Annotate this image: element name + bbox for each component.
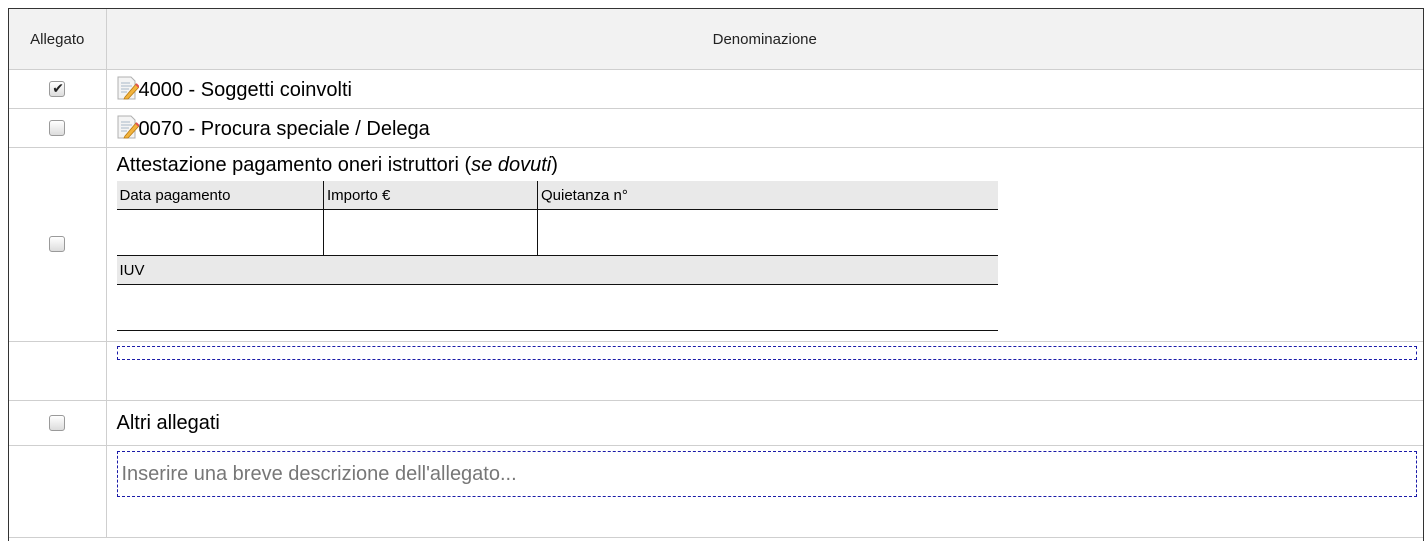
attachments-panel: Allegato Denominazione ✔ 4000 - Soggetti…	[8, 8, 1424, 541]
table-row: Inserire una breve descrizione dell'alle…	[9, 445, 1423, 538]
altri-allegati-checkbox[interactable]	[49, 414, 66, 431]
iuv-field[interactable]	[116, 284, 998, 331]
edit-document-icon[interactable]	[117, 76, 139, 100]
table-row: Altri allegati	[9, 400, 1423, 446]
edit-document-icon[interactable]	[117, 115, 139, 139]
quietanza-field[interactable]	[537, 209, 998, 256]
attachments-table: Allegato Denominazione ✔ 4000 - Soggetti…	[9, 9, 1423, 538]
table-row: ✔ 4000 - Soggetti coinvolti	[9, 69, 1423, 109]
header-allegato: Allegato	[9, 9, 107, 70]
quietanza-label: Quietanza n°	[537, 181, 998, 210]
iuv-label: IUV	[116, 255, 998, 285]
altri-allegati-label: Altri allegati	[105, 400, 1423, 446]
importo-field[interactable]	[323, 209, 538, 256]
header-denominazione: Denominazione	[105, 9, 1423, 70]
importo-label: Importo €	[323, 181, 538, 210]
checkmark-icon: ✔	[52, 79, 64, 96]
table-row: 0070 - Procura speciale / Delega	[9, 108, 1423, 148]
data-pagamento-label: Data pagamento	[116, 181, 324, 210]
payment-note: se dovuti	[471, 154, 552, 176]
table-row: Attestazione pagamento oneri istruttori …	[9, 147, 1423, 342]
payment-description-field[interactable]	[116, 346, 1417, 360]
payment-title: Attestazione pagamento oneri istruttori …	[116, 154, 558, 176]
attachment-checkbox-0070[interactable]	[49, 119, 66, 136]
attachment-checkbox-4000[interactable]: ✔	[49, 79, 66, 97]
table-row	[9, 341, 1423, 401]
document-link-4000[interactable]: 4000 - Soggetti coinvolti	[139, 79, 352, 101]
attachment-description-input[interactable]: Inserire una breve descrizione dell'alle…	[116, 451, 1417, 497]
document-link-0070[interactable]: 0070 - Procura speciale / Delega	[139, 118, 430, 140]
payment-checkbox[interactable]	[49, 236, 66, 253]
payment-table: Data pagamento Importo € Quietanza n° IU…	[116, 181, 998, 331]
data-pagamento-field[interactable]	[116, 209, 324, 256]
table-header-row: Allegato Denominazione	[9, 9, 1423, 70]
